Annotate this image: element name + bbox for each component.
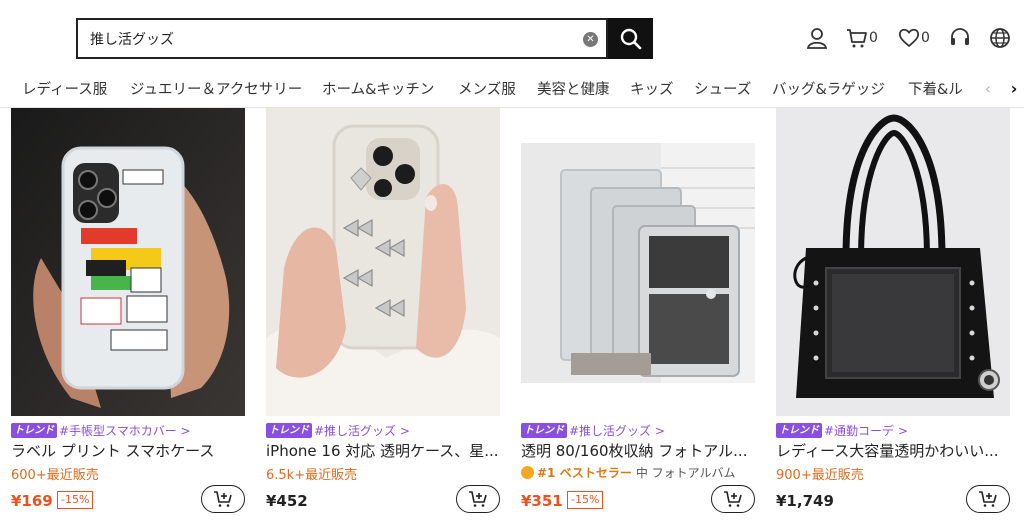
add-to-cart-button[interactable] bbox=[966, 485, 1010, 513]
language-button[interactable] bbox=[989, 26, 1011, 50]
heart-icon bbox=[898, 28, 920, 48]
medal-icon bbox=[521, 466, 534, 479]
product-image[interactable] bbox=[266, 108, 500, 416]
trend-tag-row[interactable]: トレンド #通勤コーデ > bbox=[776, 421, 908, 439]
discount-badge: -15% bbox=[57, 491, 94, 509]
category-item[interactable]: ジュエリー＆アクセサリー bbox=[130, 78, 302, 99]
product-sales: 6.5k+最近販売 bbox=[266, 468, 358, 483]
product-sales: 900+最近販売 bbox=[776, 468, 864, 483]
search-box[interactable]: ✕ bbox=[76, 18, 608, 59]
product-price: ¥351 bbox=[521, 492, 563, 510]
bestseller-badge: #1 ベストセラー bbox=[521, 464, 632, 481]
bestseller-label: #1 ベストセラー bbox=[537, 466, 632, 480]
headset-icon bbox=[951, 28, 969, 45]
header: ✕ 0 0 bbox=[0, 0, 1024, 70]
trend-badge: トレンド bbox=[11, 422, 57, 438]
product-price: ¥1,749 bbox=[776, 492, 834, 510]
trend-tag-link[interactable]: #手帳型スマホカバー > bbox=[59, 422, 191, 439]
add-to-cart-icon bbox=[214, 491, 232, 507]
category-item[interactable]: キッズ bbox=[630, 78, 674, 99]
user-icon bbox=[806, 28, 828, 49]
search-input[interactable] bbox=[90, 20, 570, 57]
product-sales: 600+最近販売 bbox=[11, 468, 99, 483]
trend-tag-row[interactable]: トレンド #推し活グッズ > bbox=[266, 421, 410, 439]
cart-header-button[interactable]: 0 bbox=[846, 26, 878, 50]
trend-badge: トレンド bbox=[521, 422, 567, 438]
add-to-cart-icon bbox=[724, 491, 742, 507]
wishlist-count: 0 bbox=[921, 30, 930, 46]
bestseller-category: 中 フォトアルバム bbox=[635, 466, 736, 480]
trend-tag-link[interactable]: #推し活グッズ > bbox=[314, 422, 410, 439]
category-item[interactable]: メンズ服 bbox=[458, 78, 516, 99]
product-title[interactable]: ラベル プリント スマホケース bbox=[11, 440, 245, 461]
category-bar: レディース服 ジュエリー＆アクセサリー ホーム&キッチン メンズ服 美容と健康 … bbox=[0, 70, 1024, 108]
clear-search-icon[interactable]: ✕ bbox=[583, 32, 598, 47]
category-fade bbox=[958, 70, 980, 107]
discount-badge: -15% bbox=[567, 491, 604, 509]
category-next-icon[interactable]: › bbox=[1006, 80, 1022, 98]
trend-badge: トレンド bbox=[776, 422, 822, 438]
category-item[interactable]: バッグ&ラゲッジ bbox=[772, 78, 885, 99]
trend-tag-row[interactable]: トレンド #手帳型スマホカバー > bbox=[11, 421, 191, 439]
search-button[interactable] bbox=[608, 18, 653, 59]
globe-icon bbox=[990, 28, 1010, 48]
wishlist-button[interactable]: 0 bbox=[898, 26, 930, 50]
support-button[interactable] bbox=[949, 26, 971, 50]
account-button[interactable] bbox=[806, 26, 828, 50]
category-item[interactable]: 美容と健康 bbox=[537, 78, 610, 99]
trend-tag-link[interactable]: #通勤コーデ > bbox=[824, 422, 908, 439]
cart-icon bbox=[847, 29, 867, 48]
category-item[interactable]: ホーム&キッチン bbox=[322, 78, 434, 99]
product-price: ¥452 bbox=[266, 492, 308, 510]
add-to-cart-button[interactable] bbox=[201, 485, 245, 513]
add-to-cart-icon bbox=[979, 491, 997, 507]
product-title[interactable]: レディース大容量透明かわいい... bbox=[776, 440, 1010, 461]
bestseller-row[interactable]: #1 ベストセラー 中 フォトアルバム bbox=[521, 464, 736, 481]
cart-count: 0 bbox=[869, 30, 878, 46]
add-to-cart-icon bbox=[469, 491, 487, 507]
add-to-cart-button[interactable] bbox=[711, 485, 755, 513]
category-item[interactable]: レディース服 bbox=[22, 78, 107, 99]
trend-tag-link[interactable]: #推し活グッズ > bbox=[569, 422, 665, 439]
product-image[interactable] bbox=[521, 108, 755, 416]
add-to-cart-button[interactable] bbox=[456, 485, 500, 513]
category-item[interactable]: シューズ bbox=[694, 78, 751, 99]
category-prev-icon[interactable]: ‹ bbox=[980, 80, 996, 98]
product-image[interactable] bbox=[11, 108, 245, 416]
product-image[interactable] bbox=[776, 108, 1010, 416]
product-price: ¥169 bbox=[11, 492, 53, 510]
category-item[interactable]: 下着&ル bbox=[908, 78, 963, 99]
product-title[interactable]: 透明 80/160枚収納 フォトアル... bbox=[521, 440, 755, 461]
product-title[interactable]: iPhone 16 対応 透明ケース、星... bbox=[266, 440, 500, 461]
trend-tag-row[interactable]: トレンド #推し活グッズ > bbox=[521, 421, 665, 439]
search-icon bbox=[620, 28, 641, 49]
trend-badge: トレンド bbox=[266, 422, 312, 438]
